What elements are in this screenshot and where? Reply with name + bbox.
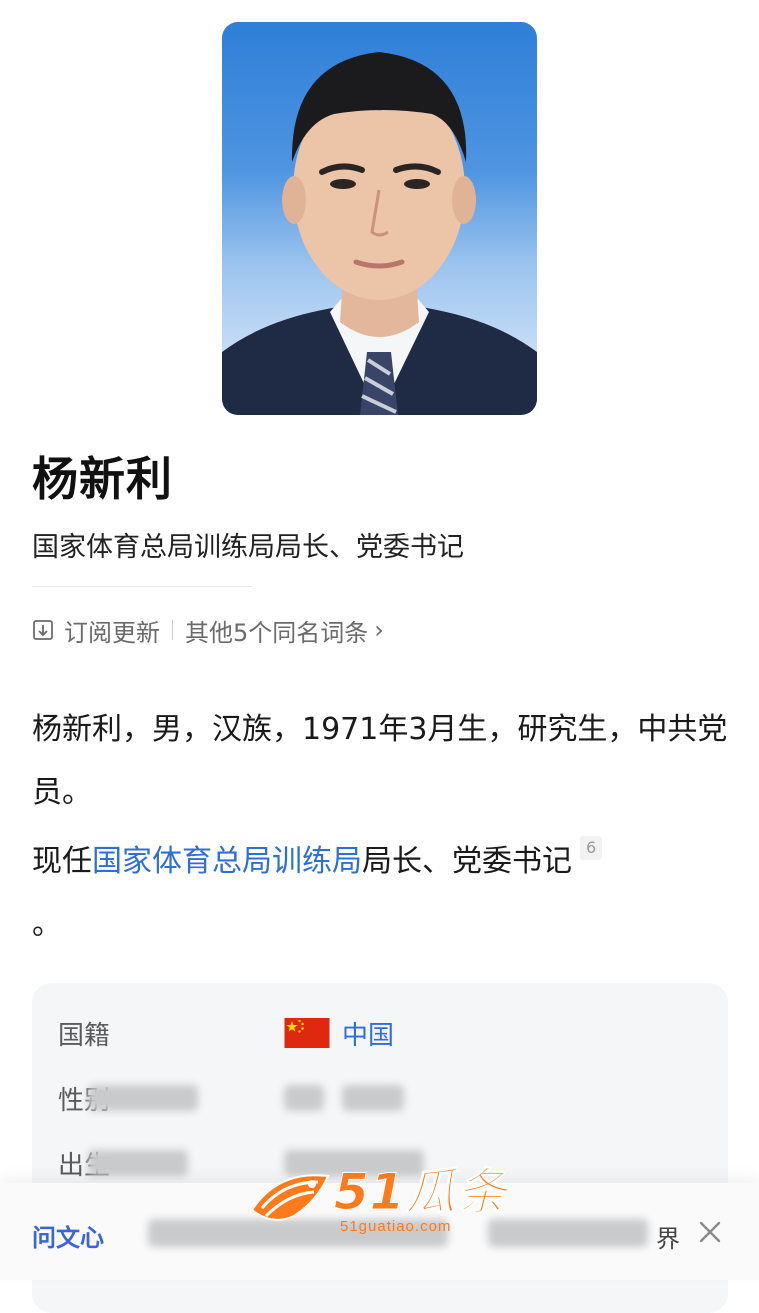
subscribe-button[interactable]: 订阅更新	[32, 613, 160, 648]
blurred-suggestion[interactable]	[148, 1219, 448, 1247]
portrait-illustration	[222, 52, 537, 415]
meta-separator	[172, 620, 173, 640]
entry-title: 杨新利	[32, 452, 173, 506]
close-icon[interactable]	[697, 1219, 723, 1245]
blurred-suggestion[interactable]	[488, 1219, 648, 1247]
meta-row: 订阅更新 其他5个同名词条 ›	[32, 612, 384, 648]
blurred-value	[284, 1085, 324, 1111]
ask-ai-button[interactable]: 问文心	[32, 1218, 104, 1253]
nationality-text: 中国	[342, 1020, 395, 1051]
subscribe-icon	[33, 620, 53, 640]
blurred-label	[88, 1150, 189, 1176]
china-flag-icon	[284, 1018, 330, 1048]
reference-marker[interactable]: 6	[580, 836, 603, 860]
summary-p2-trailing: 。	[32, 907, 62, 942]
blurred-value	[284, 1150, 424, 1176]
portrait-photo[interactable]	[222, 22, 537, 415]
summary-p2-suffix: 局长、党委书记	[362, 844, 572, 879]
bottom-ask-bar: 问文心 界	[0, 1183, 759, 1280]
nationality-label: 国籍	[58, 1020, 111, 1051]
infobox-row-gender: 性别	[58, 1078, 404, 1118]
blurred-label	[88, 1085, 199, 1111]
summary-paragraph-1: 杨新利，男，汉族，1971年3月生，研究生，中共党员。	[32, 712, 728, 810]
blurred-value	[342, 1085, 404, 1111]
summary-paragraph-2: 现任国家体育总局训练局局长、党委书记 6 。	[32, 830, 732, 956]
title-divider	[32, 586, 252, 587]
homonyms-label: 其他5个同名词条	[185, 618, 369, 647]
entry-subtitle: 国家体育总局训练局局长、党委书记	[32, 532, 464, 563]
gender-label: 性别	[58, 1080, 284, 1117]
org-link[interactable]: 国家体育总局训练局	[92, 844, 362, 879]
gender-value	[284, 1085, 404, 1111]
infobox-row-birth: 出生	[58, 1143, 424, 1183]
nationality-value[interactable]: 中国	[284, 1015, 394, 1052]
birth-value	[284, 1150, 424, 1176]
suggestion-tail-text: 界	[656, 1225, 680, 1253]
birth-label: 出生	[58, 1145, 284, 1182]
summary-p2-prefix: 现任	[32, 844, 92, 879]
subscribe-label: 订阅更新	[64, 618, 160, 647]
infobox-row-nationality: 国籍 中国	[58, 1013, 394, 1053]
homonyms-link[interactable]: 其他5个同名词条 ›	[185, 613, 384, 648]
chevron-right-icon: ›	[374, 616, 384, 644]
